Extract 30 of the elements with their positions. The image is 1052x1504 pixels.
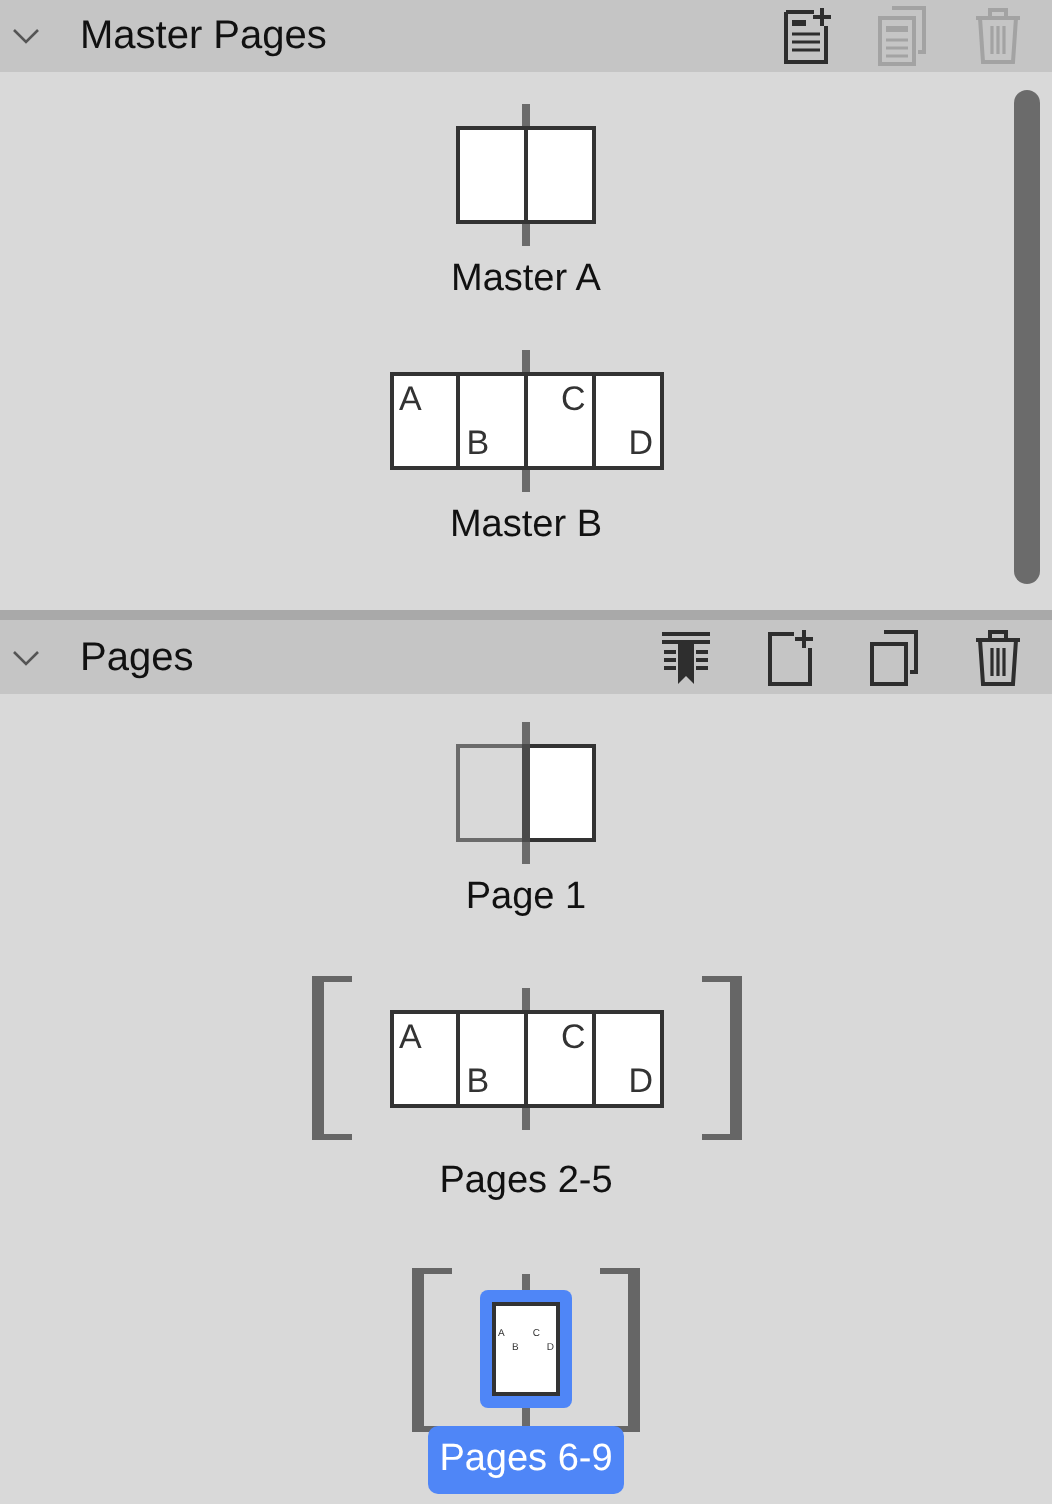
chevron-icon[interactable] <box>12 647 40 667</box>
section-title: Master Pages <box>80 12 327 62</box>
bracket-icon <box>701 976 741 1140</box>
page-letter: A <box>399 382 422 416</box>
page-letter: D <box>628 426 653 460</box>
page-spread-drawing[interactable]: A B C D <box>389 350 663 492</box>
page-letter: A <box>399 1019 422 1053</box>
page-letter: B <box>466 426 490 460</box>
bracket-icon <box>311 976 351 1140</box>
new-page-icon <box>780 6 832 66</box>
page-letter: C <box>560 382 586 416</box>
trash-icon <box>972 627 1024 687</box>
insert-pages-icon <box>660 627 712 687</box>
trash-icon <box>972 6 1024 66</box>
section-title: Pages <box>80 633 194 683</box>
page-letter: C <box>560 1019 586 1053</box>
page-spread-drawing[interactable] <box>455 722 596 864</box>
new-page-icon <box>764 627 816 687</box>
page-spread-drawing[interactable] <box>455 104 596 246</box>
chevron-icon[interactable] <box>12 26 40 46</box>
duplicate-icon <box>868 627 920 687</box>
page-label[interactable]: Master B <box>437 492 615 558</box>
page-label[interactable]: Pages 2-5 <box>427 1148 625 1216</box>
page-spread-drawing[interactable]: A B C D <box>389 987 663 1129</box>
page-letter: D <box>628 1063 653 1097</box>
page-letter: B <box>466 1063 490 1097</box>
scrollbar[interactable] <box>1014 90 1040 584</box>
page-label[interactable]: Master A <box>439 246 613 312</box>
duplicate-icon <box>876 6 928 66</box>
page-label[interactable]: Page 1 <box>453 864 599 930</box>
